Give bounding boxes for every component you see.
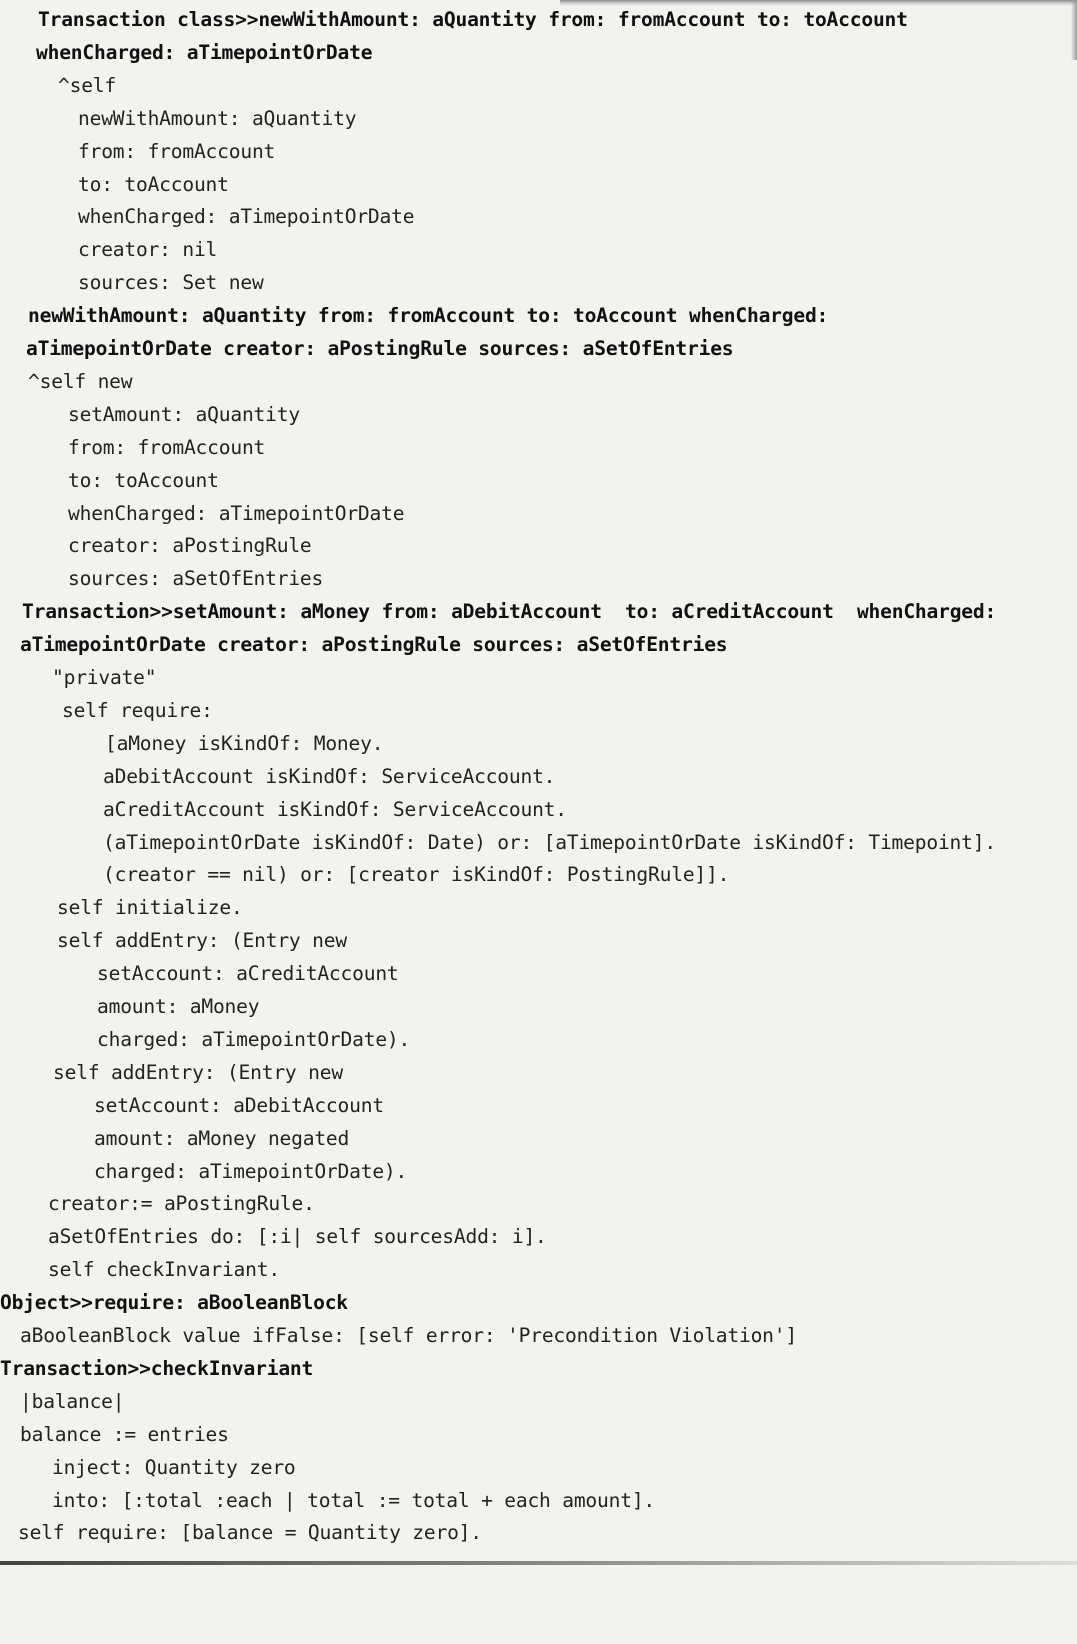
code-line: creator:= aPostingRule. xyxy=(48,1192,315,1216)
method-signature-line: whenCharged: aTimepointOrDate xyxy=(36,40,373,64)
code-line: creator: nil xyxy=(78,238,218,262)
code-line: to: toAccount xyxy=(78,172,229,196)
code-line: setAccount: aCreditAccount xyxy=(97,962,399,986)
code-line: (aTimepointOrDate isKindOf: Date) or: [a… xyxy=(103,830,996,854)
code-line: from: fromAccount xyxy=(68,435,266,459)
code-listing: Transaction class>>newWithAmount: aQuant… xyxy=(0,0,1077,1644)
method-signature-line: newWithAmount: aQuantity from: fromAccou… xyxy=(28,304,829,328)
code-line: amount: aMoney xyxy=(97,995,260,1018)
code-line: inject: Quantity zero xyxy=(52,1455,296,1479)
code-line: |balance| xyxy=(20,1389,125,1413)
bottom-rule xyxy=(0,1561,1077,1565)
code-line: aCreditAccount isKindOf: ServiceAccount. xyxy=(103,797,567,821)
code-line: self require: xyxy=(62,698,213,722)
code-line: sources: aSetOfEntries xyxy=(68,567,324,591)
code-line: self initialize. xyxy=(57,896,243,920)
code-line: ^self xyxy=(58,73,116,97)
code-line: aDebitAccount isKindOf: ServiceAccount. xyxy=(103,764,556,788)
method-signature-line: aTimepointOrDate creator: aPostingRule s… xyxy=(20,633,728,657)
code-line: whenCharged: aTimepointOrDate xyxy=(78,205,415,229)
method-signature-line: Transaction class>>newWithAmount: aQuant… xyxy=(38,8,908,31)
code-line: newWithAmount: aQuantity xyxy=(78,106,357,130)
code-line: [aMoney isKindOf: Money. xyxy=(105,731,384,755)
code-line: balance := entries xyxy=(20,1422,229,1446)
code-line: aBooleanBlock value ifFalse: [self error… xyxy=(20,1324,797,1347)
code-line: to: toAccount xyxy=(68,468,219,492)
code-line: from: fromAccount xyxy=(78,139,276,163)
code-line: setAmount: aQuantity xyxy=(68,402,300,426)
code-line: charged: aTimepointOrDate). xyxy=(94,1159,408,1183)
method-signature-line: aTimepointOrDate creator: aPostingRule s… xyxy=(26,337,734,360)
code-line: "private" xyxy=(52,666,157,689)
method-signature-line: Object>>require: aBooleanBlock xyxy=(0,1291,348,1315)
code-line: into: [:total :each | total := total + e… xyxy=(52,1488,656,1512)
code-line: self checkInvariant. xyxy=(48,1258,280,1282)
code-line: whenCharged: aTimepointOrDate xyxy=(68,501,405,525)
code-line: self require: [balance = Quantity zero]. xyxy=(18,1521,482,1545)
code-line: sources: Set new xyxy=(78,271,264,295)
code-line: amount: aMoney negated xyxy=(94,1126,350,1150)
code-line: charged: aTimepointOrDate). xyxy=(97,1027,411,1051)
code-line: ^self new xyxy=(28,369,133,393)
method-signature-line: Transaction>>setAmount: aMoney from: aDe… xyxy=(22,600,997,624)
code-line: aSetOfEntries do: [:i| self sourcesAdd: … xyxy=(48,1225,547,1249)
method-signature-line: Transaction>>checkInvariant xyxy=(0,1356,314,1380)
code-line: creator: aPostingRule xyxy=(68,534,312,558)
code-line: (creator == nil) or: [creator isKindOf: … xyxy=(103,863,730,887)
code-line: self addEntry: (Entry new xyxy=(57,929,347,953)
code-line: setAccount: aDebitAccount xyxy=(94,1093,384,1117)
code-line: self addEntry: (Entry new xyxy=(53,1060,343,1084)
